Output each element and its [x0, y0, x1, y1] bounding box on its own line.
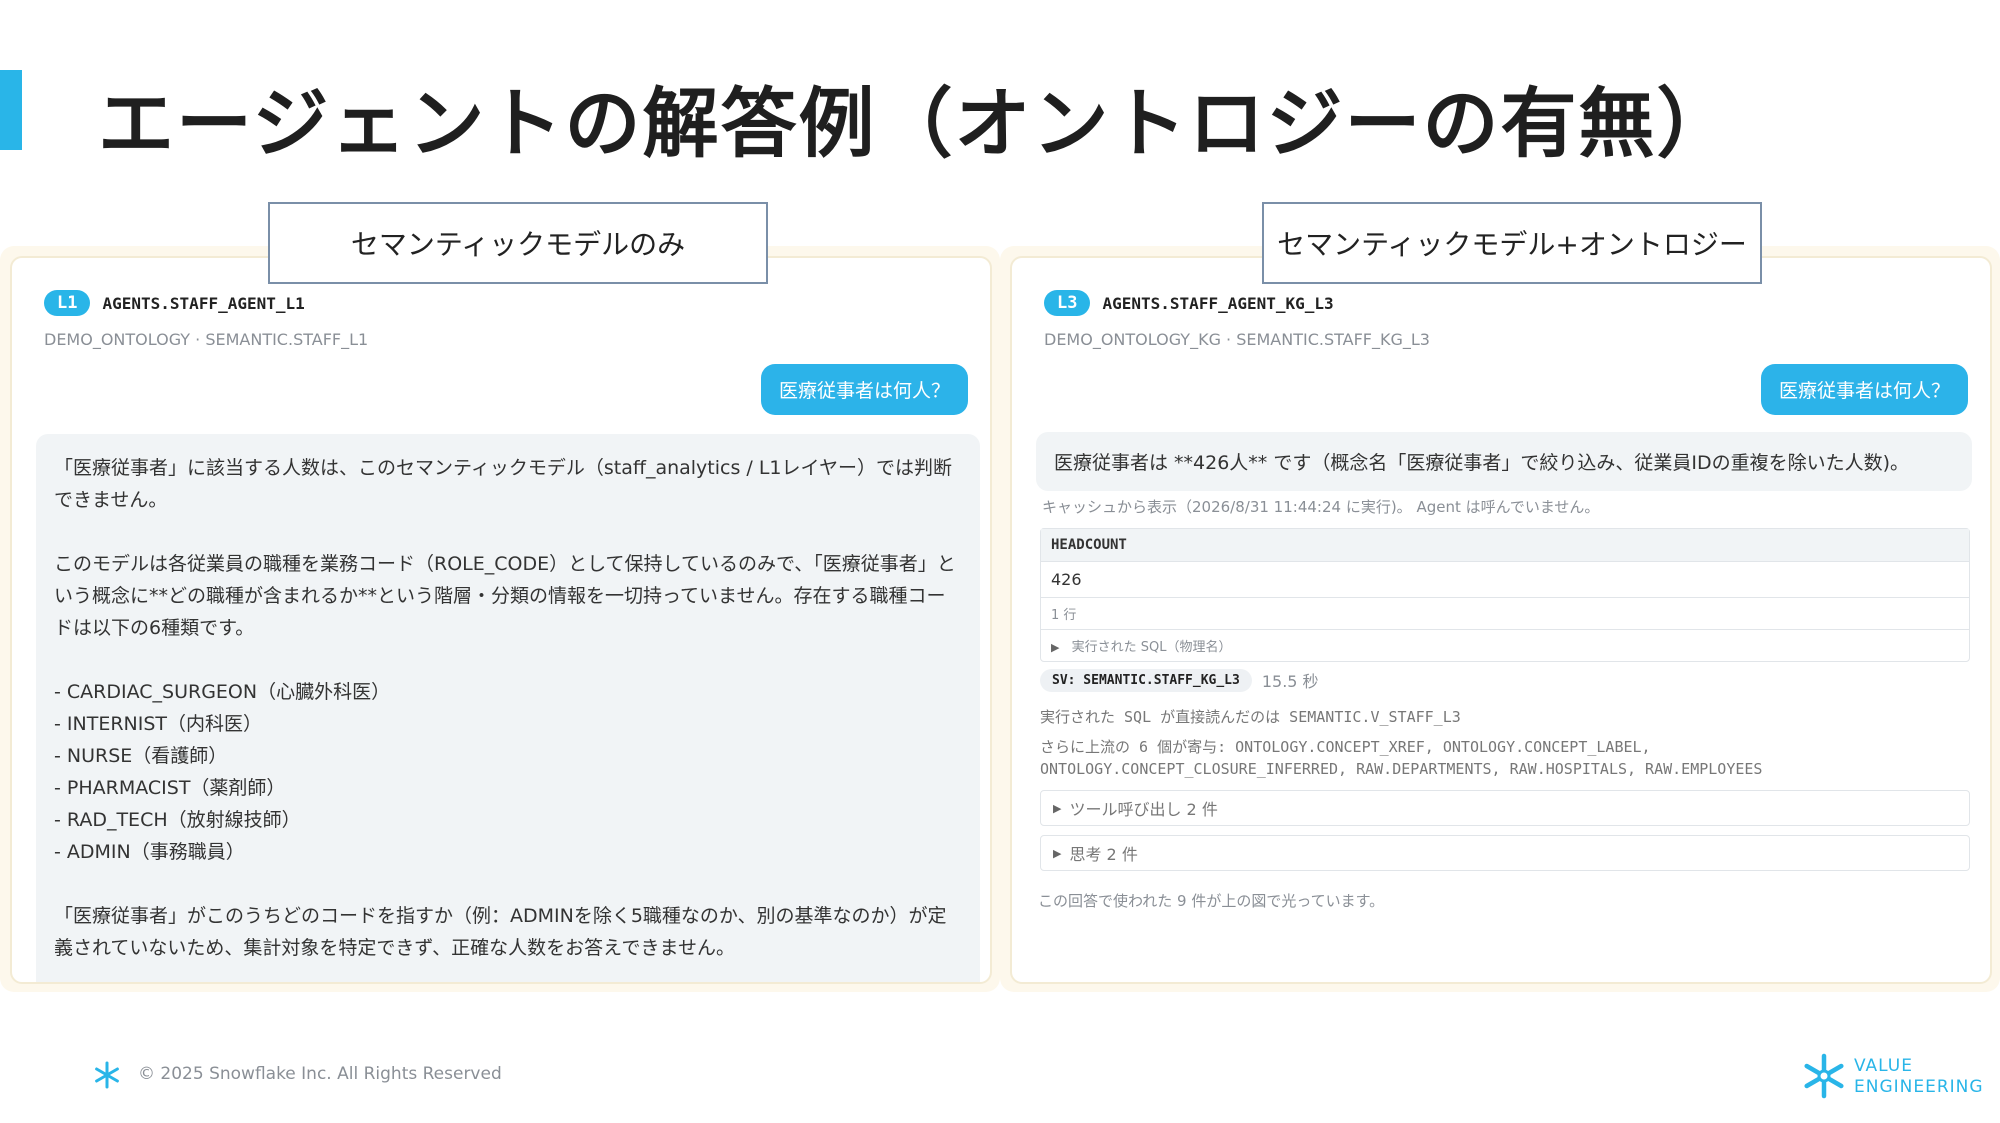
value-engineering-logo: VALUE ENGINEERING — [1854, 1056, 1984, 1098]
glow-note: この回答で使われた 9 件が上の図で光っています。 — [1038, 892, 1385, 910]
label-semantic-only: セマンティックモデルのみ — [268, 202, 768, 284]
upstream-line: ONTOLOGY.CONCEPT_CLOSURE_INFERRED, RAW.D… — [1040, 760, 1763, 778]
role-code-list: - CARDIAC_SURGEON（心臓外科医） - INTERNIST（内科医… — [54, 676, 962, 868]
result-table: HEADCOUNT 426 1 行 ▶ 実行された SQL（物理名） — [1040, 528, 1970, 662]
upstream-note: さらに上流の 6 個が寄与: ONTOLOGY.CONCEPT_XREF, ON… — [1040, 736, 1762, 780]
agent-header: L1 AGENTS.STAFF_AGENT_L1 — [44, 290, 305, 316]
answer-paragraph: 「医療従事者」に該当する人数は、このセマンティックモデル（staff_analy… — [54, 457, 952, 511]
user-question-bubble: 医療従事者は何人？ — [1760, 364, 1968, 415]
chevron-right-icon: ▶ — [1051, 641, 1060, 654]
title-accent-bar — [0, 70, 22, 150]
list-item: - PHARMACIST（薬剤師） — [54, 777, 286, 799]
brand-line: VALUE — [1854, 1056, 1913, 1076]
semantic-view-row: SV: SEMANTIC.STAFF_KG_L3 15.5 秒 — [1040, 668, 1319, 692]
semantic-view-badge: SV: SEMANTIC.STAFF_KG_L3 — [1040, 668, 1252, 692]
list-item: - RAD_TECH（放射線技師） — [54, 809, 301, 831]
elapsed-time: 15.5 秒 — [1261, 672, 1319, 691]
agent-name: AGENTS.STAFF_AGENT_L1 — [102, 293, 305, 313]
left-agent-panel: L1 AGENTS.STAFF_AGENT_L1 DEMO_ONTOLOGY ·… — [10, 256, 992, 984]
snowflake-icon — [95, 1061, 119, 1089]
chevron-right-icon: ▶ — [1053, 801, 1062, 815]
slide-title: エージェントの解答例（オントロジーの有無） — [98, 79, 1735, 168]
agent-name: AGENTS.STAFF_AGENT_KG_L3 — [1102, 293, 1334, 313]
table-header: HEADCOUNT — [1041, 529, 1969, 562]
upstream-line: さらに上流の 6 個が寄与: ONTOLOGY.CONCEPT_XREF, ON… — [1040, 738, 1651, 756]
sql-toggle-label: 実行された SQL（物理名） — [1071, 640, 1232, 655]
brand-line: ENGINEERING — [1854, 1077, 1984, 1097]
sql-toggle[interactable]: ▶ 実行された SQL（物理名） — [1041, 630, 1969, 661]
table-row: 426 — [1041, 562, 1969, 598]
sql-read-note: 実行された SQL が直接読んだのは SEMANTIC.V_STAFF_L3 — [1040, 708, 1461, 726]
thoughts-label: 思考 2 件 — [1069, 845, 1138, 864]
list-item: - ADMIN（事務職員） — [54, 841, 245, 863]
tool-calls-toggle[interactable]: ▶ ツール呼び出し 2 件 — [1040, 790, 1970, 826]
agent-source: DEMO_ONTOLOGY · SEMANTIC.STAFF_L1 — [44, 330, 369, 349]
cache-note: キャッシュから表示（2026/8/31 11:44:24 に実行)。 Agent… — [1042, 498, 1600, 516]
thoughts-toggle[interactable]: ▶ 思考 2 件 — [1040, 835, 1970, 871]
right-agent-panel: L3 AGENTS.STAFF_AGENT_KG_L3 DEMO_ONTOLOG… — [1010, 256, 1992, 984]
chevron-right-icon: ▶ — [1053, 846, 1062, 860]
agent-answer: 医療従事者は **426人** です（概念名「医療従事者」で絞り込み、従業員ID… — [1036, 432, 1972, 491]
list-item: - CARDIAC_SURGEON（心臓外科医） — [54, 681, 391, 703]
agent-header: L3 AGENTS.STAFF_AGENT_KG_L3 — [1044, 290, 1334, 316]
list-item: - INTERNIST（内科医） — [54, 713, 263, 735]
tool-calls-label: ツール呼び出し 2 件 — [1069, 800, 1218, 819]
label-semantic-ontology: セマンティックモデル+オントロジー — [1262, 202, 1762, 284]
level-badge: L3 — [1044, 290, 1091, 316]
answer-paragraph: このモデルは各従業員の職種を業務コード（ROLE_CODE）として保持しているの… — [54, 553, 956, 639]
level-badge: L1 — [44, 290, 91, 316]
agent-source: DEMO_ONTOLOGY_KG · SEMANTIC.STAFF_KG_L3 — [1044, 330, 1430, 349]
copyright: © 2025 Snowflake Inc. All Rights Reserve… — [138, 1064, 502, 1084]
agent-answer: 「医療従事者」に該当する人数は、このセマンティックモデル（staff_analy… — [36, 434, 980, 982]
snowflake-icon — [1804, 1053, 1844, 1099]
user-question-bubble: 医療従事者は何人？ — [760, 364, 968, 415]
row-count: 1 行 — [1041, 598, 1969, 630]
list-item: - NURSE（看護師） — [54, 745, 228, 767]
answer-paragraph: 「医療従事者」がこのうちどのコードを指すか（例：ADMINを除く5職種なのか、別… — [54, 905, 947, 959]
